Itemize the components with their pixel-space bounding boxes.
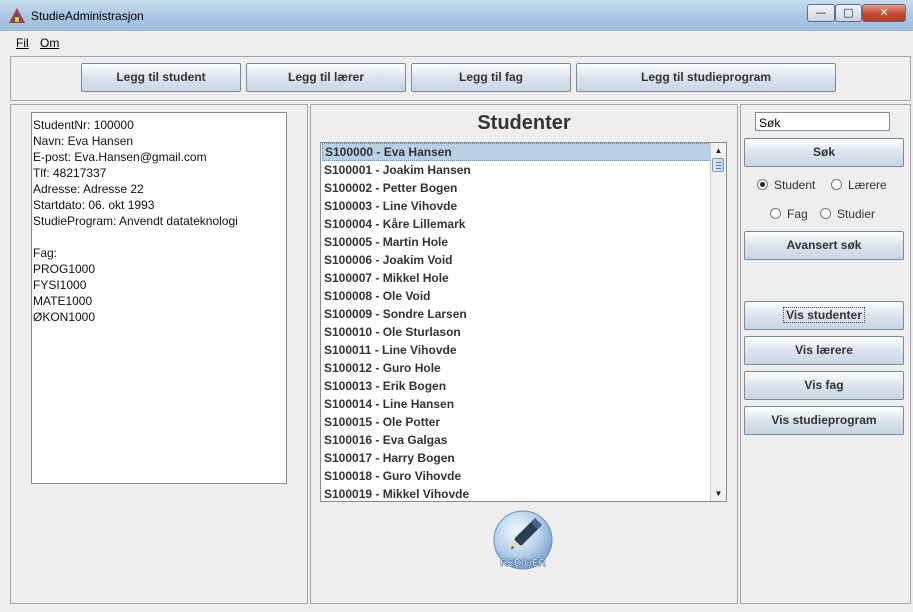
show-students-label: Vis studenter <box>783 307 865 323</box>
menu-bar: Fil Om <box>8 33 905 53</box>
list-item[interactable]: S100012 - Guro Hole <box>322 359 711 377</box>
list-item[interactable]: S100014 - Line Hansen <box>322 395 711 413</box>
list-item[interactable]: S100007 - Mikkel Hole <box>322 269 711 287</box>
detail-line: StudentNr: 100000 <box>33 118 134 132</box>
add-program-button[interactable]: Legg til studieprogram <box>576 63 836 92</box>
detail-line: Tlf: 48217337 <box>33 166 107 180</box>
detail-line: MATE1000 <box>33 294 93 308</box>
detail-line: Navn: Eva Hansen <box>33 134 134 148</box>
list-item[interactable]: S100004 - Kåre Lillemark <box>322 215 711 233</box>
advanced-search-button[interactable]: Avansert søk <box>744 231 904 260</box>
menu-fil[interactable]: Fil <box>16 36 29 50</box>
student-details[interactable]: StudentNr: 100000 Navn: Eva Hansen E-pos… <box>31 112 287 484</box>
add-student-button[interactable]: Legg til student <box>81 63 241 92</box>
list-item[interactable]: S100003 - Line Vihovde <box>322 197 711 215</box>
list-item[interactable]: S100018 - Guro Vihovde <box>322 467 711 485</box>
radio-subject-dot <box>770 208 781 219</box>
list-item[interactable]: S100013 - Erik Bogen <box>322 377 711 395</box>
radio-student-label: Student <box>774 178 816 192</box>
list-item[interactable]: S100006 - Joakim Void <box>322 251 711 269</box>
list-item[interactable]: S100005 - Martin Hole <box>322 233 711 251</box>
radio-programs-label: Studier <box>837 207 876 221</box>
detail-line: Adresse: Adresse 22 <box>33 182 144 196</box>
scroll-down-icon[interactable]: ▼ <box>711 486 726 501</box>
detail-line: ØKON1000 <box>33 310 96 324</box>
list-item[interactable]: S100001 - Joakim Hansen <box>322 161 711 179</box>
add-subject-button[interactable]: Legg til fag <box>411 63 571 92</box>
list-item[interactable]: S100011 - Line Vihovde <box>322 341 711 359</box>
list-item[interactable]: S100008 - Ole Void <box>322 287 711 305</box>
detail-line: PROG1000 <box>33 262 96 276</box>
radio-teachers-dot <box>831 179 842 190</box>
list-item[interactable]: S100009 - Sondre Larsen <box>322 305 711 323</box>
list-title: Studenter <box>477 112 571 134</box>
app-logo-icon <box>9 8 25 23</box>
list-item[interactable]: S100015 - Ole Potter <box>322 413 711 431</box>
list-scrollbar[interactable]: ▲ ▼ <box>710 143 726 501</box>
student-list[interactable]: S100000 - Eva Hansen S100001 - Joakim Han… <box>320 142 727 502</box>
detail-line: FYSI1000 <box>33 278 87 292</box>
maximize-button[interactable]: □ <box>835 4 862 22</box>
pencil-icon: REDIGER <box>493 510 553 570</box>
window-title: StudieAdministrasjon <box>31 9 144 23</box>
detail-line: Fag: <box>33 246 58 260</box>
show-teachers-button[interactable]: Vis lærere <box>744 336 904 365</box>
scroll-up-icon[interactable]: ▲ <box>711 143 726 158</box>
show-programs-button[interactable]: Vis studieprogram <box>744 406 904 435</box>
edit-button[interactable]: REDIGER <box>492 509 554 571</box>
radio-student-dot <box>757 179 768 190</box>
minimize-button[interactable]: — <box>807 4 835 22</box>
radio-teachers-label: Lærere <box>848 178 887 192</box>
list-item[interactable]: S100019 - Mikkel Vihovde <box>322 485 711 501</box>
list-item[interactable]: S100010 - Ole Sturlason <box>322 323 711 341</box>
detail-line <box>33 229 286 245</box>
detail-line: StudieProgram: Anvendt datateknologi <box>33 214 238 228</box>
search-input[interactable] <box>755 112 890 131</box>
close-button[interactable]: ✕ <box>862 4 906 22</box>
list-item[interactable]: S100000 - Eva Hansen <box>322 143 711 161</box>
edit-label: REDIGER <box>500 558 546 569</box>
menu-fil-label: Fil <box>16 36 29 50</box>
show-students-button[interactable]: Vis studenter <box>744 301 904 330</box>
add-teacher-button[interactable]: Legg til lærer <box>246 63 406 92</box>
app-window: StudieAdministrasjon — □ ✕ Fil Om Legg t… <box>0 0 913 612</box>
scroll-thumb[interactable] <box>712 158 724 172</box>
menu-om[interactable]: Om <box>40 36 59 50</box>
radio-subject-label: Fag <box>787 207 808 221</box>
search-button[interactable]: Søk <box>744 138 904 167</box>
menu-om-label: Om <box>40 36 60 50</box>
detail-line: E-post: Eva.Hansen@gmail.com <box>33 150 207 164</box>
show-subjects-button[interactable]: Vis fag <box>744 371 904 400</box>
list-item[interactable]: S100016 - Eva Galgas <box>322 431 711 449</box>
list-item[interactable]: S100017 - Harry Bogen <box>322 449 711 467</box>
list-item[interactable]: S100002 - Petter Bogen <box>322 179 711 197</box>
radio-programs-dot <box>820 208 831 219</box>
detail-line: Startdato: 06. okt 1993 <box>33 198 155 212</box>
title-bar[interactable]: StudieAdministrasjon — □ ✕ <box>0 0 913 31</box>
